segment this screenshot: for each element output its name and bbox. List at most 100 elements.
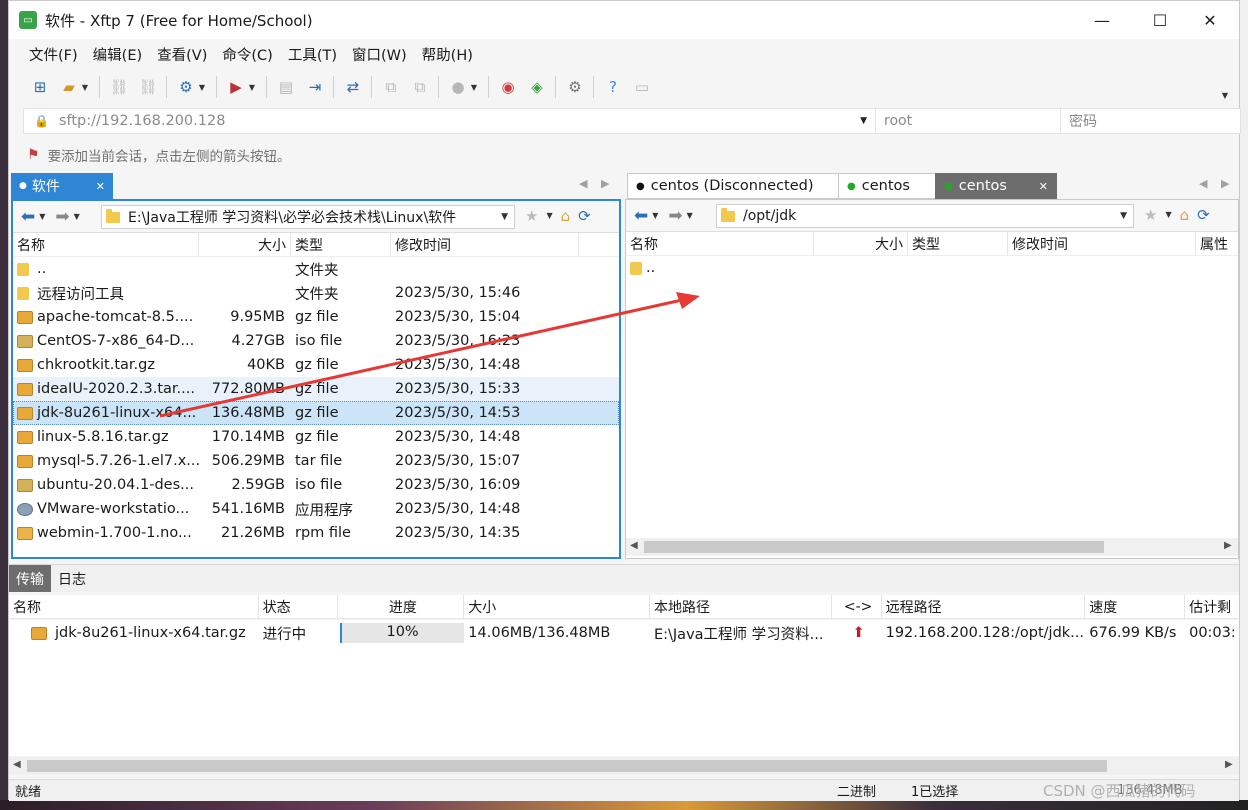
remote-horizontal-scrollbar[interactable]: ◀ ▶ — [626, 538, 1238, 556]
scroll-left-icon[interactable]: ◀ — [13, 759, 21, 770]
minimize-button[interactable]: — — [1073, 1, 1131, 39]
scrollbar-thumb[interactable] — [27, 760, 1107, 772]
new-session-icon[interactable]: ⊞ — [29, 77, 51, 97]
chevron-down-icon[interactable]: ▼ — [860, 116, 867, 126]
url-field[interactable]: 🔒 sftp://192.168.200.128 ▼ — [24, 109, 876, 133]
menu-help[interactable]: 帮助(H) — [422, 44, 473, 65]
col-name[interactable]: 名称 — [13, 233, 199, 256]
properties-icon[interactable]: ⚙ — [175, 77, 197, 97]
tab-transfer[interactable]: 传输 — [9, 565, 51, 592]
star-icon[interactable]: ★ — [1144, 206, 1157, 224]
new-file-icon[interactable]: ▤ — [275, 77, 297, 97]
username-field[interactable]: root — [876, 109, 1061, 133]
help-icon[interactable]: ? — [602, 77, 624, 97]
tab-remote-centos[interactable]: ● centos — [838, 173, 936, 199]
transfer-mode[interactable]: 二进制 — [837, 781, 876, 800]
close-tab-icon[interactable]: ✕ — [96, 180, 105, 193]
menu-view[interactable]: 查看(V) — [157, 44, 207, 65]
forward-dropdown-icon[interactable]: ▼ — [687, 211, 693, 220]
toolbar-overflow-icon[interactable]: ▼ — [1221, 85, 1229, 105]
home-icon[interactable]: ⌂ — [1180, 206, 1190, 224]
connect-icon[interactable]: ⛓ — [108, 77, 130, 97]
col-modified[interactable]: 修改时间 — [391, 233, 579, 256]
col-type[interactable]: 类型 — [908, 232, 1008, 255]
disconnect-icon[interactable]: ⛓ — [137, 77, 159, 97]
back-dropdown-icon[interactable]: ▼ — [39, 212, 45, 221]
remote-path-input[interactable]: /opt/jdk ▼ — [716, 204, 1134, 228]
col-type[interactable]: 类型 — [291, 233, 391, 256]
tab-remote-disconnected[interactable]: ● centos (Disconnected) — [627, 173, 839, 199]
col-speed[interactable]: 速度 — [1085, 595, 1186, 618]
col-attributes[interactable]: 属性 — [1196, 232, 1238, 255]
local-path-input[interactable]: E:\Java工程师 学习资料\必学必会技术栈\Linux\软件 ▼ — [101, 205, 515, 229]
open-dropdown-icon[interactable]: ▼ — [81, 77, 89, 97]
copy-icon[interactable]: ⧉ — [380, 77, 402, 97]
transfer-row[interactable]: jdk-8u261-linux-x64.tar.gz 进行中 10% 14.06… — [9, 620, 1239, 646]
star-icon[interactable]: ★ — [525, 207, 538, 225]
xshell-icon[interactable]: ◉ — [497, 77, 519, 97]
table-row[interactable]: webmin-1.700-1.no... 21.26MB rpm file 2023/… — [13, 521, 619, 545]
menu-edit[interactable]: 编辑(E) — [93, 44, 142, 65]
forward-icon[interactable]: ➡ — [668, 206, 682, 226]
menu-file[interactable]: 文件(F) — [29, 44, 78, 65]
chevron-down-icon[interactable]: ▼ — [1120, 211, 1127, 221]
table-row[interactable]: 远程访问工具 文件夹 2023/5/30, 15:46 — [13, 281, 619, 305]
col-size[interactable]: 大小 — [814, 232, 908, 255]
table-row[interactable]: jdk-8u261-linux-x64... 136.48MB gz file 202… — [13, 401, 619, 425]
tab-local[interactable]: ● 软件 ✕ — [11, 173, 113, 199]
col-progress[interactable]: 进度 — [338, 595, 465, 618]
col-direction[interactable]: <-> — [832, 595, 882, 618]
table-row[interactable]: ideaIU-2020.2.3.tar.... 772.80MB gz file 20… — [13, 377, 619, 401]
table-row[interactable]: ubuntu-20.04.1-des... 2.59GB iso file 2023/… — [13, 473, 619, 497]
star-dropdown-icon[interactable]: ▼ — [1165, 210, 1171, 224]
col-name[interactable]: 名称 — [9, 595, 259, 618]
col-name[interactable]: 名称 — [626, 232, 814, 255]
table-row[interactable]: chkrootkit.tar.gz 40KB gz file 2023/5/30, 1… — [13, 353, 619, 377]
home-icon[interactable]: ⌂ — [561, 207, 571, 225]
globe-icon[interactable]: ● — [447, 77, 469, 97]
table-row[interactable]: CentOS-7-x86_64-D... 4.27GB iso file 2023/5… — [13, 329, 619, 353]
col-size[interactable]: 大小 — [464, 595, 650, 618]
properties-dropdown-icon[interactable]: ▼ — [198, 77, 206, 97]
tab-prev-icon[interactable]: ◀ — [1199, 177, 1207, 190]
tab-next-icon[interactable]: ▶ — [1221, 177, 1229, 190]
col-size[interactable]: 大小 — [199, 233, 291, 256]
scroll-right-icon[interactable]: ▶ — [1225, 759, 1233, 770]
globe-dropdown-icon[interactable]: ▼ — [470, 77, 478, 97]
xftp-session-icon[interactable]: ◈ — [526, 77, 548, 97]
bookmark-icon[interactable]: ⚑ — [27, 147, 40, 163]
close-button[interactable]: ✕ — [1181, 1, 1239, 39]
list-item[interactable]: .. — [626, 256, 1238, 280]
password-field[interactable]: 密码 — [1061, 109, 1240, 133]
paste-icon[interactable]: ⧉ — [409, 77, 431, 97]
refresh-icon[interactable]: ⟳ — [1197, 206, 1210, 224]
table-row[interactable]: apache-tomcat-8.5.... 9.95MB gz file 2023/5… — [13, 305, 619, 329]
open-folder-icon[interactable]: ▰ — [58, 77, 80, 97]
table-row[interactable]: linux-5.8.16.tar.gz 170.14MB gz file 2023/5… — [13, 425, 619, 449]
back-dropdown-icon[interactable]: ▼ — [652, 211, 658, 220]
tab-next-icon[interactable]: ▶ — [601, 177, 609, 190]
col-local-path[interactable]: 本地路径 — [650, 595, 832, 618]
tab-log[interactable]: 日志 — [51, 565, 93, 592]
transfer-icon[interactable]: ⇥ — [304, 77, 326, 97]
transfer-horizontal-scrollbar[interactable]: ◀ ▶ — [9, 757, 1239, 775]
menu-window[interactable]: 窗口(W) — [352, 44, 407, 65]
terminal-dropdown-icon[interactable]: ▼ — [248, 77, 256, 97]
col-status[interactable]: 状态 — [259, 595, 339, 618]
scrollbar-thumb[interactable] — [644, 541, 1104, 553]
col-modified[interactable]: 修改时间 — [1008, 232, 1196, 255]
menu-tools[interactable]: 工具(T) — [288, 44, 337, 65]
forward-dropdown-icon[interactable]: ▼ — [74, 212, 80, 221]
table-row[interactable]: .. 文件夹 — [13, 257, 619, 281]
table-row[interactable]: mysql-5.7.26-1.el7.x... 506.29MB tar file 2… — [13, 449, 619, 473]
close-tab-icon[interactable]: ✕ — [1039, 180, 1048, 193]
col-eta[interactable]: 估计剩 — [1185, 595, 1239, 618]
gear-icon[interactable]: ⚙ — [564, 77, 586, 97]
sync-icon[interactable]: ⇄ — [342, 77, 364, 97]
tab-remote-centos-active[interactable]: ● centos ✕ — [935, 173, 1057, 199]
scroll-left-icon[interactable]: ◀ — [630, 540, 638, 551]
scroll-right-icon[interactable]: ▶ — [1224, 540, 1232, 551]
chat-icon[interactable]: ▭ — [631, 77, 653, 97]
star-dropdown-icon[interactable]: ▼ — [546, 211, 552, 225]
forward-icon[interactable]: ➡ — [55, 207, 69, 227]
